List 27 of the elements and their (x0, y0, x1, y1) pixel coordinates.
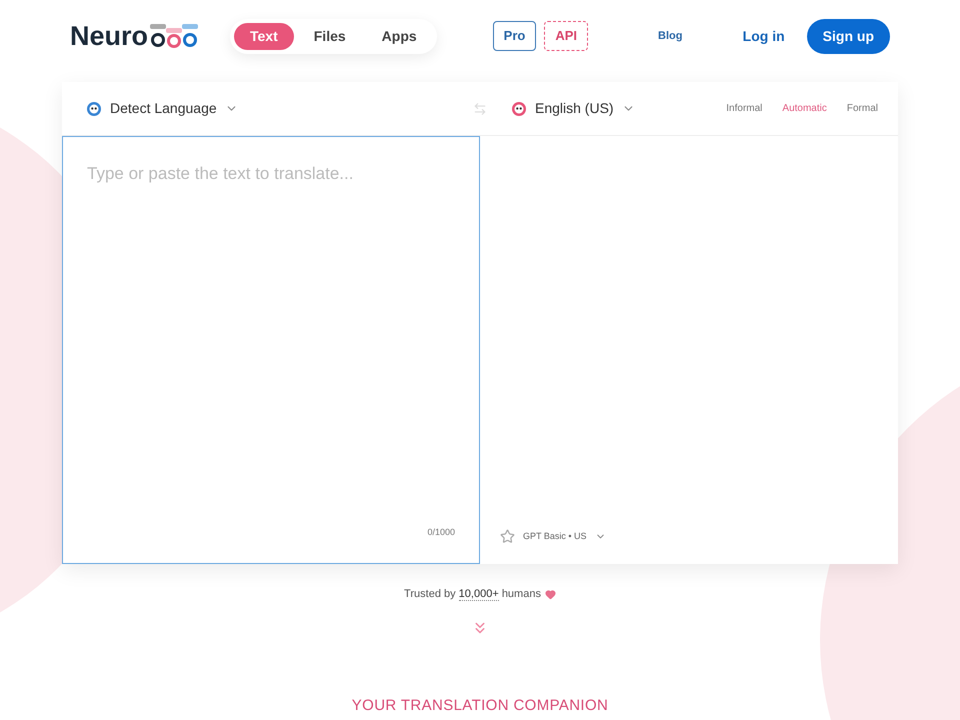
login-link[interactable]: Log in (742, 26, 785, 46)
tone-option[interactable]: Informal (726, 101, 762, 116)
model-dropdown[interactable]: GPT Basic • US (500, 529, 878, 544)
source-language-dropdown[interactable]: Detect Language (86, 98, 238, 119)
blog-link[interactable]: Blog (658, 28, 682, 44)
signup-button[interactable]: Sign up (806, 18, 890, 54)
target-language-dropdown[interactable]: English (US) (511, 98, 635, 119)
logo-text: Neuro (70, 20, 148, 53)
plan-link[interactable]: API (544, 21, 588, 51)
mode-tab[interactable]: Files (298, 22, 362, 50)
section-heading: YOUR TRANSLATION COMPANION (352, 696, 608, 716)
heart-icon (544, 588, 556, 600)
tone-option[interactable]: Automatic (782, 101, 827, 116)
source-text-input[interactable]: Type or paste the text to translate... (87, 161, 455, 526)
swap-icon[interactable] (473, 102, 487, 116)
mode-tab[interactable]: Apps (366, 22, 433, 50)
star-icon (500, 529, 515, 544)
character-count: 0/1000 (427, 526, 455, 538)
trusted-text: Trusted by 10,000+ humans (404, 587, 541, 602)
users-count-link[interactable]: 10,000+ (458, 588, 499, 601)
robot-face-icon (511, 100, 527, 116)
robot-face-icon (86, 100, 102, 116)
tone-option[interactable]: Formal (846, 101, 878, 116)
plan-link[interactable]: Pro (492, 21, 536, 51)
source-text-area[interactable]: Type or paste the text to translate... 0/1000 (62, 136, 480, 564)
logo-faces-icon (148, 22, 200, 50)
mode-tab[interactable]: Text (234, 22, 294, 50)
